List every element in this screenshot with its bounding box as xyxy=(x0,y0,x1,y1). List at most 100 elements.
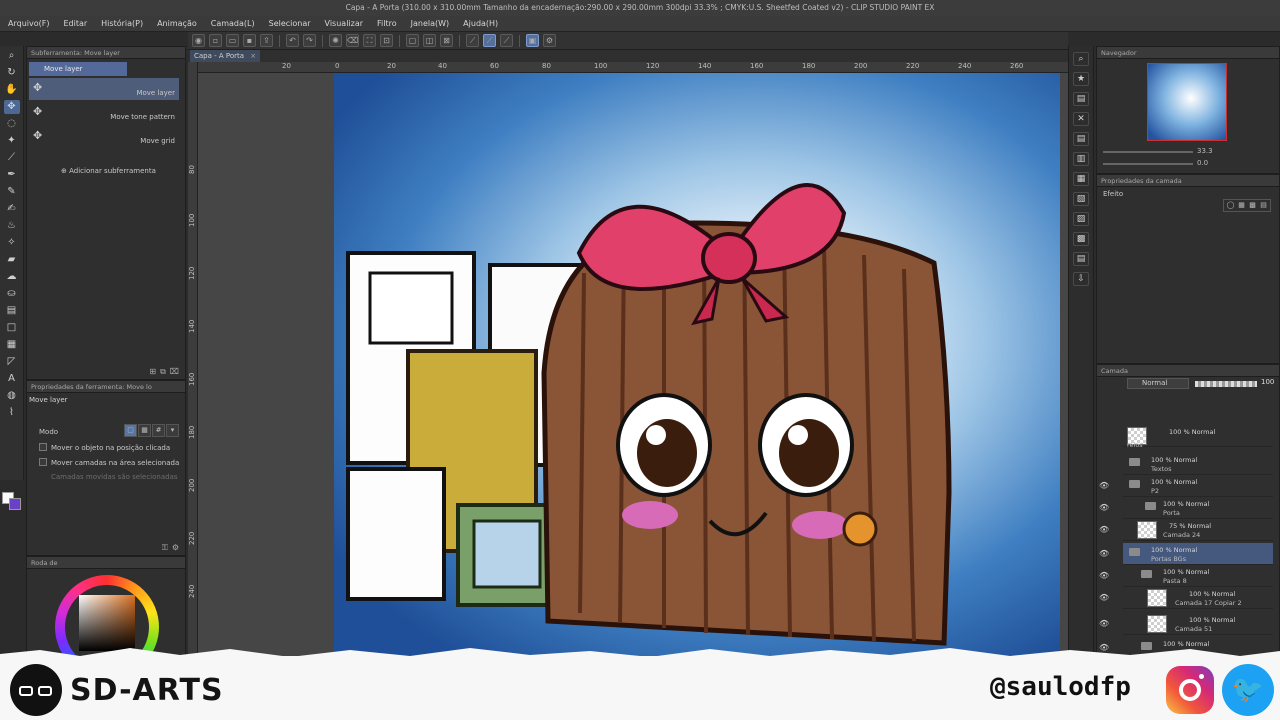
sub-color-swatch[interactable] xyxy=(9,498,21,510)
color-swatches[interactable] xyxy=(2,492,22,518)
zoom-tool-icon[interactable]: ⌕ xyxy=(4,49,20,63)
figure-tool-icon[interactable]: □ xyxy=(4,321,20,335)
airbrush-tool-icon[interactable]: ♨ xyxy=(4,219,20,233)
ruler-tool-icon[interactable]: ◸ xyxy=(4,355,20,369)
close-icon[interactable]: ✕ xyxy=(1073,112,1089,126)
mode-pattern-button[interactable]: ▦ xyxy=(138,424,151,437)
selection-launcher-icon[interactable]: ⊠ xyxy=(440,34,453,47)
navigator-tab[interactable]: Navegador xyxy=(1097,47,1279,59)
export-icon[interactable]: ⇪ xyxy=(260,34,273,47)
menu-visualizar[interactable]: Visualizar xyxy=(325,19,364,28)
visibility-icon[interactable]: 👁 xyxy=(1099,571,1109,580)
snap-grid-icon[interactable]: ⟋ xyxy=(500,34,513,47)
tool-property-tab[interactable]: Propriedades da ferramenta: Move lo xyxy=(27,381,185,393)
copy-subtool-icon[interactable]: ⧉ xyxy=(160,367,166,377)
mode-grid-button[interactable]: # xyxy=(152,424,165,437)
mode-dropdown-icon[interactable]: ▾ xyxy=(166,424,179,437)
subtool-move-grid[interactable]: ✥ Move grid xyxy=(29,126,179,148)
balloon-tool-icon[interactable]: ◍ xyxy=(4,389,20,403)
snap-ruler-icon[interactable]: ⟋ xyxy=(466,34,479,47)
settings-icon[interactable]: ⚙ xyxy=(172,543,179,553)
checkbox-box[interactable] xyxy=(39,458,47,466)
pencil-tool-icon[interactable]: ✎ xyxy=(4,185,20,199)
menu-selecionar[interactable]: Selecionar xyxy=(269,19,311,28)
eyedropper-icon[interactable]: ⟋ xyxy=(4,151,20,165)
blend-tool-icon[interactable]: ☁ xyxy=(4,270,20,284)
save-icon[interactable]: ▪ xyxy=(243,34,256,47)
layer-row[interactable]: 100 % Normal relos xyxy=(1123,425,1273,449)
layer-property-tab[interactable]: Propriedades da camada xyxy=(1097,175,1279,187)
border-effect-icon[interactable]: ◯ xyxy=(1226,201,1235,210)
gradient-tool-icon[interactable]: ▤ xyxy=(4,304,20,318)
visibility-icon[interactable]: 👁 xyxy=(1099,593,1109,602)
layer-color-icon[interactable]: ▩ xyxy=(1248,201,1257,210)
menu-historia[interactable]: História(P) xyxy=(101,19,143,28)
deselect-icon[interactable]: ▢ xyxy=(406,34,419,47)
brush-tool-icon[interactable]: ✍ xyxy=(4,202,20,216)
checkbox-move-clicked[interactable]: Mover o objeto na posição clicada xyxy=(39,443,170,452)
frame-tool-icon[interactable]: ▦ xyxy=(4,338,20,352)
checkbox-box[interactable] xyxy=(39,443,47,451)
layer-row[interactable]: 100 % Normal Textos xyxy=(1123,453,1273,475)
hand-tool-icon[interactable]: ✋ xyxy=(4,83,20,97)
layer-tab[interactable]: Camada xyxy=(1097,365,1279,377)
mode-layer-button[interactable]: ▢ xyxy=(124,424,137,437)
visibility-icon[interactable]: 👁 xyxy=(1099,525,1109,534)
delete-subtool-icon[interactable]: ⌧ xyxy=(170,367,179,377)
search-icon[interactable]: ⌕ xyxy=(1073,52,1089,66)
tone-effect-icon[interactable]: ▦ xyxy=(1237,201,1246,210)
menu-filtro[interactable]: Filtro xyxy=(377,19,397,28)
new-subtool-icon[interactable]: ⊞ xyxy=(149,367,156,377)
layer-row[interactable]: 👁 100 % Normal Camada 51 xyxy=(1099,613,1273,635)
loading-icon[interactable]: ✺ xyxy=(329,34,342,47)
settings-icon[interactable]: ⚙ xyxy=(543,34,556,47)
visibility-icon[interactable]: 👁 xyxy=(1099,503,1109,512)
visibility-icon[interactable]: 👁 xyxy=(1099,549,1109,558)
navigator-thumbnail[interactable] xyxy=(1147,63,1227,141)
history-icon[interactable]: ▧ xyxy=(1073,192,1089,206)
extract-line-icon[interactable]: ▤ xyxy=(1259,201,1268,210)
artwork-canvas[interactable] xyxy=(334,73,1060,663)
subtool-move-layer[interactable]: ✥ Move layer xyxy=(29,78,179,100)
close-tab-icon[interactable]: × xyxy=(250,50,256,62)
line-correction-icon[interactable]: ⌇ xyxy=(4,406,20,420)
add-subtool-button[interactable]: ⊕ Adicionar subferramenta xyxy=(61,167,156,175)
checkbox-move-selected-area[interactable]: Mover camadas na área selecionada xyxy=(39,458,179,467)
app-icon[interactable]: ◉ xyxy=(192,34,205,47)
lock-icon[interactable]: ⚿ xyxy=(162,543,168,553)
snap-special-ruler-icon[interactable]: ⟋ xyxy=(483,34,496,47)
opacity-slider[interactable] xyxy=(1195,381,1257,387)
color-wheel-tab[interactable]: Roda de xyxy=(27,557,185,569)
text-tool-icon[interactable]: A xyxy=(4,372,20,386)
menu-arquivo[interactable]: Arquivo(F) xyxy=(8,19,49,28)
menu-editar[interactable]: Editar xyxy=(63,19,87,28)
animation-icon[interactable]: ▦ xyxy=(1073,172,1089,186)
new-file-icon[interactable]: ▫ xyxy=(209,34,222,47)
download-icon[interactable]: ⇩ xyxy=(1073,272,1089,286)
rotation-slider[interactable] xyxy=(1103,163,1193,165)
layer-row[interactable]: 👁 100 % Normal Porta xyxy=(1099,497,1273,519)
redo-icon[interactable]: ↷ xyxy=(303,34,316,47)
blend-mode-select[interactable]: Normal xyxy=(1127,378,1189,389)
open-file-icon[interactable]: ▭ xyxy=(226,34,239,47)
subtool-move-tone-pattern[interactable]: ✥ Move tone pattern xyxy=(29,102,179,124)
menu-animacao[interactable]: Animação xyxy=(157,19,197,28)
layer-row[interactable]: 👁 100 % Normal Camada 17 Copiar 2 xyxy=(1099,587,1273,609)
fill-tool-icon[interactable]: ⛀ xyxy=(4,287,20,301)
subtool-group[interactable]: Move layer xyxy=(29,62,127,76)
folder-icon[interactable]: ▩ xyxy=(1073,232,1089,246)
decoration-tool-icon[interactable]: ✧ xyxy=(4,236,20,250)
clear-icon[interactable]: ⌫ xyxy=(346,34,359,47)
material-icon[interactable]: ★ xyxy=(1073,72,1089,86)
layer-row[interactable]: 👁 100 % Normal Portas BGs xyxy=(1099,543,1273,565)
undo-icon[interactable]: ↶ xyxy=(286,34,299,47)
subtool-panel-tab[interactable]: Subferramenta: Move layer xyxy=(27,47,185,59)
menu-janela[interactable]: Janela(W) xyxy=(411,19,450,28)
layer-row[interactable]: 👁 75 % Normal Camada 24 xyxy=(1099,519,1273,541)
rotate-tool-icon[interactable]: ↻ xyxy=(4,66,20,80)
zoom-slider[interactable] xyxy=(1103,151,1193,153)
transform-icon[interactable]: ⛶ xyxy=(363,34,376,47)
menu-ajuda[interactable]: Ajuda(H) xyxy=(463,19,498,28)
layer-row[interactable]: 👁 100 % Normal P2 xyxy=(1099,475,1273,497)
document-tab[interactable]: Capa - A Porta × xyxy=(190,50,261,62)
